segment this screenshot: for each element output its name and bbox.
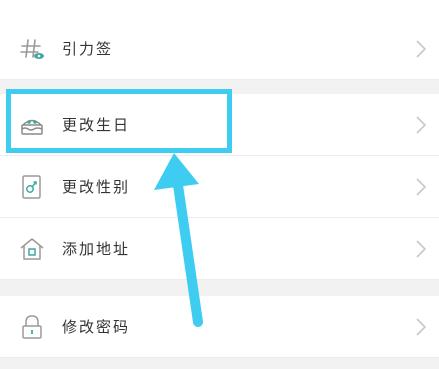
hashtag-icon [18, 35, 46, 63]
chevron-right-icon [415, 317, 427, 337]
chevron-right-icon [415, 239, 427, 259]
chevron-right-icon [415, 177, 427, 197]
highlight-box [6, 89, 232, 153]
settings-item-label: 修改密码 [62, 318, 131, 336]
settings-item-change-password[interactable]: 修改密码 [0, 296, 439, 358]
gender-icon [18, 173, 46, 201]
settings-item-change-gender[interactable]: 更改性别 [0, 156, 439, 218]
settings-item-label: 更改性别 [62, 178, 131, 196]
settings-screen: 引力签 更改生日 更改性别 添加地址 修改密码 [0, 0, 439, 369]
chevron-right-icon [415, 39, 427, 59]
settings-item-add-address[interactable]: 添加地址 [0, 218, 439, 280]
house-icon [18, 235, 46, 263]
settings-item-gravity-tag[interactable]: 引力签 [0, 18, 439, 80]
chevron-right-icon [415, 115, 427, 135]
settings-item-label: 引力签 [62, 40, 114, 58]
top-strip [0, 0, 439, 18]
lock-icon [18, 313, 46, 341]
settings-item-label: 添加地址 [62, 240, 131, 258]
